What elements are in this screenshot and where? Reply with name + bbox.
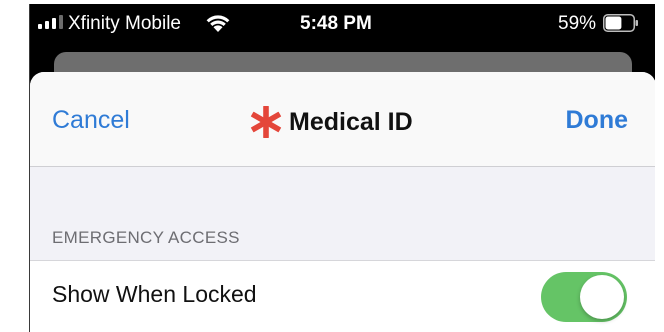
- done-button[interactable]: Done: [566, 106, 629, 135]
- signal-bar: [59, 15, 63, 29]
- show-when-locked-toggle[interactable]: [541, 272, 627, 322]
- battery-fill: [605, 16, 622, 30]
- signal-icon: [38, 15, 63, 29]
- navigation-bar: Cancel Medical ID Done: [30, 72, 656, 167]
- frame-edge: [655, 4, 664, 332]
- wifi-icon: [206, 15, 230, 32]
- battery-percent: 59%: [558, 13, 597, 34]
- section-header-emergency-access: EMERGENCY ACCESS: [52, 228, 240, 247]
- medical-id-sheet: Cancel Medical ID Done EMERGENCY ACCESS …: [30, 72, 656, 332]
- signal-bar: [52, 18, 56, 29]
- show-when-locked-row: Show When Locked: [30, 260, 656, 332]
- asterisk-icon: [250, 106, 282, 138]
- signal-bar: [45, 21, 49, 29]
- cancel-button[interactable]: Cancel: [52, 106, 130, 135]
- title-text: Medical ID: [289, 107, 413, 136]
- carrier-name: Xfinity Mobile: [68, 13, 181, 34]
- page-title: Medical ID: [249, 105, 413, 139]
- signal-bar: [38, 24, 42, 29]
- screenshot-frame: Xfinity Mobile 5:48 PM 59% Cancel Medica…: [0, 0, 664, 332]
- status-bar: Xfinity Mobile 5:48 PM 59%: [30, 4, 656, 44]
- phone-screen: Xfinity Mobile 5:48 PM 59% Cancel Medica…: [29, 4, 656, 332]
- status-time: 5:48 PM: [300, 13, 372, 34]
- battery-icon: [603, 14, 638, 32]
- toggle-knob: [580, 275, 624, 319]
- row-label: Show When Locked: [52, 281, 257, 307]
